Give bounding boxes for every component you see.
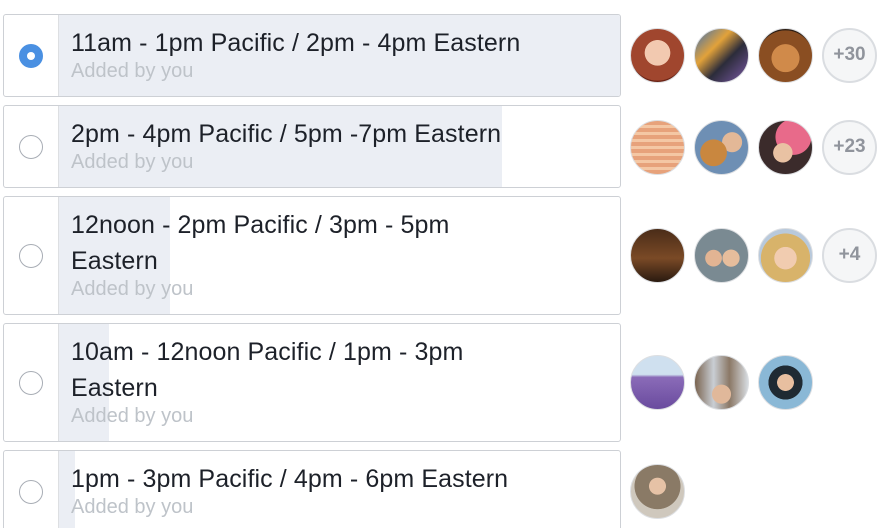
avatar[interactable] [758, 119, 813, 175]
poll-option[interactable]: 12noon - 2pm Pacific / 3pm - 5pm Eastern… [3, 196, 621, 315]
added-by-label: Added by you [71, 278, 194, 300]
radio-cell [4, 197, 59, 314]
avatar[interactable] [630, 463, 685, 519]
added-by-label: Added by you [71, 405, 194, 427]
radio-button[interactable] [19, 243, 43, 268]
avatar[interactable] [630, 227, 685, 283]
voter-avatars: +4 [630, 227, 877, 283]
poll: 11am - 1pm Pacific / 2pm - 4pm Eastern A… [0, 0, 890, 528]
more-voters-count[interactable]: +23 [822, 119, 877, 175]
poll-option[interactable]: 10am - 12noon Pacific / 1pm - 3pm Easter… [3, 323, 621, 442]
avatar[interactable] [630, 27, 685, 83]
radio-cell [4, 15, 59, 96]
avatar[interactable] [694, 227, 749, 283]
voter-avatars [630, 354, 822, 410]
avatar[interactable] [758, 27, 813, 83]
option-text: 11am - 1pm Pacific / 2pm - 4pm Eastern A… [71, 25, 602, 83]
radio-button[interactable] [19, 370, 43, 395]
added-by-label: Added by you [71, 496, 194, 518]
avatar[interactable] [758, 227, 813, 283]
option-text: 12noon - 2pm Pacific / 3pm - 5pm Eastern… [71, 207, 530, 301]
avatar[interactable] [630, 119, 685, 175]
option-text: 1pm - 3pm Pacific / 4pm - 6pm Eastern Ad… [71, 461, 602, 519]
voter-avatars [630, 463, 694, 519]
poll-option[interactable]: 2pm - 4pm Pacific / 5pm -7pm Eastern Add… [3, 105, 621, 188]
avatar[interactable] [694, 119, 749, 175]
radio-cell [4, 106, 59, 187]
more-voters-count[interactable]: +30 [822, 27, 877, 83]
option-text: 2pm - 4pm Pacific / 5pm -7pm Eastern Add… [71, 116, 602, 174]
radio-button[interactable] [19, 134, 43, 159]
option-label: 2pm - 4pm Pacific / 5pm -7pm Eastern [71, 120, 502, 148]
option-label: 11am - 1pm Pacific / 2pm - 4pm Eastern [71, 29, 521, 57]
option-label: 12noon - 2pm Pacific / 3pm - 5pm Eastern [71, 211, 450, 275]
option-label: 10am - 12noon Pacific / 1pm - 3pm Easter… [71, 338, 464, 402]
avatar[interactable] [694, 354, 749, 410]
option-label: 1pm - 3pm Pacific / 4pm - 6pm Eastern [71, 465, 509, 493]
radio-cell [4, 324, 59, 441]
more-voters-count[interactable]: +4 [822, 227, 877, 283]
avatar[interactable] [694, 27, 749, 83]
avatar[interactable] [758, 354, 813, 410]
radio-button[interactable] [19, 43, 43, 68]
radio-cell [4, 451, 59, 528]
radio-button[interactable] [19, 479, 43, 504]
added-by-label: Added by you [71, 151, 194, 173]
poll-option[interactable]: 11am - 1pm Pacific / 2pm - 4pm Eastern A… [3, 14, 621, 97]
voter-avatars: +30 [630, 27, 877, 83]
option-text: 10am - 12noon Pacific / 1pm - 3pm Easter… [71, 334, 530, 428]
avatar[interactable] [630, 354, 685, 410]
voter-avatars: +23 [630, 119, 877, 175]
added-by-label: Added by you [71, 60, 194, 82]
poll-option[interactable]: 1pm - 3pm Pacific / 4pm - 6pm Eastern Ad… [3, 450, 621, 528]
